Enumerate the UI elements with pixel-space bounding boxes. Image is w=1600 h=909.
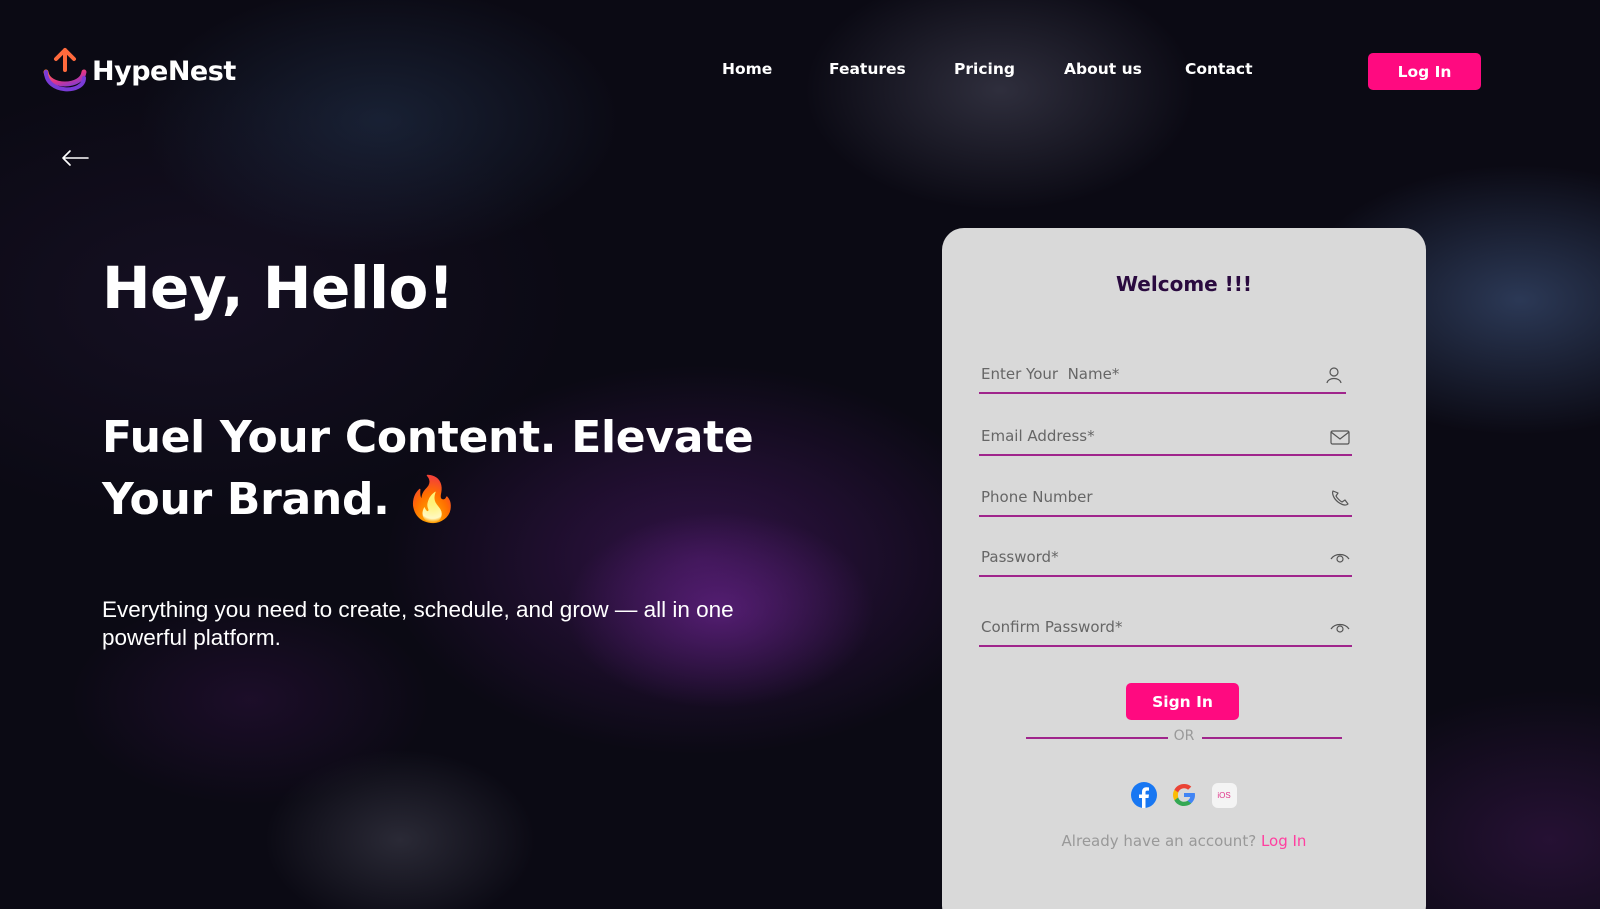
email-field[interactable] [979, 416, 1352, 456]
logo-icon [43, 48, 87, 92]
social-login: iOS [942, 782, 1426, 808]
logo[interactable]: HypeNest [42, 46, 236, 96]
arrow-left-icon[interactable] [60, 148, 90, 168]
mail-icon [1330, 430, 1350, 445]
hero-title: Hey, Hello! [102, 254, 454, 322]
hero-subtitle: Fuel Your Content. Elevate Your Brand. 🔥 [102, 412, 754, 525]
user-icon [1326, 367, 1342, 384]
nav-contact[interactable]: Contact [1185, 60, 1253, 78]
eye-icon[interactable] [1330, 619, 1350, 637]
hero-description: Everything you need to create, schedule,… [102, 597, 734, 650]
confirm-password-field[interactable] [979, 607, 1352, 647]
phone-icon [1332, 490, 1349, 506]
password-input[interactable] [981, 545, 1311, 569]
phone-input[interactable] [981, 485, 1311, 509]
eye-icon[interactable] [1330, 549, 1350, 567]
login-link[interactable]: Log In [1261, 832, 1307, 850]
brand-name: HypeNest [92, 55, 236, 87]
nav-home[interactable]: Home [722, 60, 772, 78]
or-text: OR [1173, 728, 1195, 744]
site-header: HypeNest Home Features Pricing About us … [0, 0, 1600, 140]
ios-icon[interactable]: iOS [1211, 782, 1237, 808]
login-prompt: Already have an account? Log In [942, 832, 1426, 850]
ios-label: iOS [1211, 782, 1237, 808]
email-input[interactable] [981, 424, 1311, 448]
name-input[interactable] [981, 362, 1311, 386]
nav-about-us[interactable]: About us [1064, 60, 1142, 78]
already-text: Already have an account? [1061, 832, 1257, 850]
header-login-button[interactable]: Log In [1368, 53, 1481, 90]
or-divider: OR [1026, 726, 1342, 746]
nav-pricing[interactable]: Pricing [954, 60, 1015, 78]
phone-field[interactable] [979, 477, 1352, 517]
nav-features[interactable]: Features [829, 60, 906, 78]
password-field[interactable] [979, 537, 1352, 577]
sign-in-button[interactable]: Sign In [1126, 683, 1239, 720]
google-icon[interactable] [1171, 782, 1197, 808]
signup-card: Welcome !!! Sign In [942, 228, 1426, 909]
facebook-icon[interactable] [1131, 782, 1157, 808]
confirm-password-input[interactable] [981, 615, 1311, 639]
name-field[interactable] [979, 354, 1346, 394]
form-title: Welcome !!! [1115, 272, 1253, 296]
